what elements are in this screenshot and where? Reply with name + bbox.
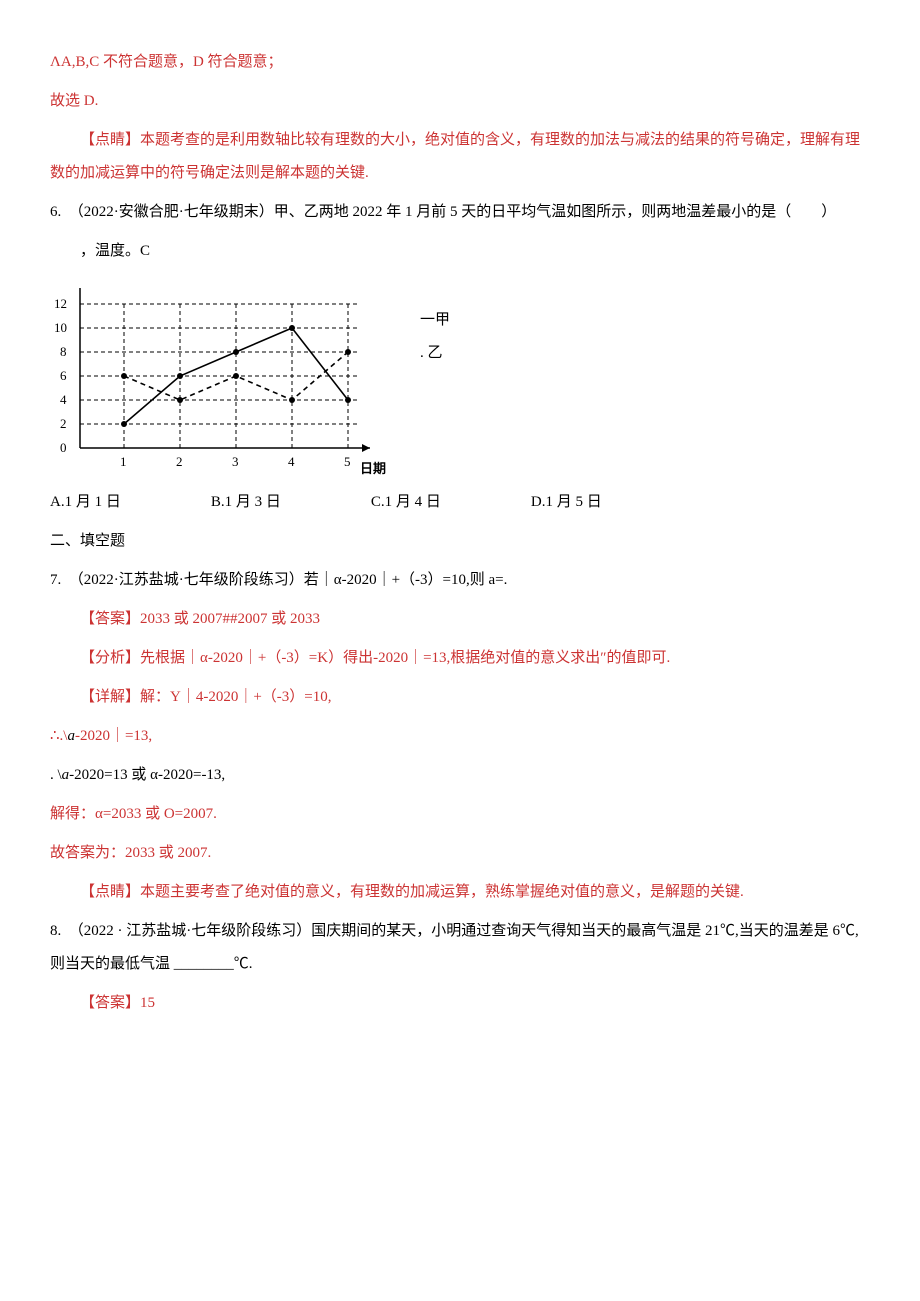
section-2-header: 二、填空题 xyxy=(50,525,870,558)
svg-text:1: 1 xyxy=(120,454,127,469)
step1-post: -2020｜=13, xyxy=(75,728,152,744)
question-8: 8. （2022 · 江苏盐城·七年级阶段练习）国庆期间的某天，小明通过查询天气… xyxy=(50,915,870,981)
svg-text:12: 12 xyxy=(54,296,67,311)
q7-step1: ∴.\a-2020｜=13, xyxy=(50,720,870,753)
q7-answer: 【答案】2033 或 2007##2007 或 2033 xyxy=(50,603,870,636)
svg-text:日期: 日期 xyxy=(360,461,386,476)
temperature-chart: 0 2 4 6 8 10 12 1 2 3 4 5 日期 xyxy=(50,278,390,478)
explanation-line-2: 故选 D. xyxy=(50,85,870,118)
question-7: 7. （2022·江苏盐城·七年级阶段练习）若｜α-2020｜+（-3）=10,… xyxy=(50,564,870,597)
legend-jia: 一甲 xyxy=(420,304,450,337)
option-b: B.1 月 3 日 xyxy=(211,486,281,519)
svg-text:4: 4 xyxy=(288,454,295,469)
svg-text:8: 8 xyxy=(60,344,67,359)
question-6-options: A.1 月 1 日 B.1 月 3 日 C.1 月 4 日 D.1 月 5 日 xyxy=(50,486,870,519)
q7-final: 故答案为：2033 或 2007. xyxy=(50,837,870,870)
question-6: 6. （2022·安徽合肥·七年级期末）甲、乙两地 2022 年 1 月前 5 … xyxy=(50,196,870,229)
svg-text:2: 2 xyxy=(176,454,183,469)
svg-text:5: 5 xyxy=(344,454,351,469)
svg-text:6: 6 xyxy=(60,368,67,383)
step2-post: -2020=13 或 α-2020=-13, xyxy=(69,767,225,783)
q8-answer: 【答案】15 xyxy=(50,987,870,1020)
q7-step2: . \a-2020=13 或 α-2020=-13, xyxy=(50,759,870,792)
step2-prefix: . \ xyxy=(50,767,62,783)
chart-caption: ，温度。C xyxy=(50,235,870,268)
step1-prefix: ∴.\ xyxy=(50,728,67,744)
explanation-line-1: ΛA,B,C 不符合题意，D 符合题意； xyxy=(50,46,870,79)
legend-yi: . 乙 xyxy=(420,337,450,370)
q7-detail: 【详解】解：Y｜4-2020｜+（-3）=10, xyxy=(50,681,870,714)
svg-text:4: 4 xyxy=(60,392,67,407)
svg-text:3: 3 xyxy=(232,454,239,469)
explanation-tips: 【点睛】本题考查的是利用数轴比较有理数的大小，绝对值的含义，有理数的加法与减法的… xyxy=(50,124,870,190)
svg-text:0: 0 xyxy=(60,440,67,455)
q7-tips: 【点睛】本题主要考查了绝对值的意义，有理数的加减运算，熟练掌握绝对值的意义，是解… xyxy=(50,876,870,909)
step1-var: a xyxy=(67,728,75,744)
option-d: D.1 月 5 日 xyxy=(531,486,602,519)
svg-text:2: 2 xyxy=(60,416,67,431)
option-a: A.1 月 1 日 xyxy=(50,486,121,519)
q7-step3: 解得：α=2033 或 O=2007. xyxy=(50,798,870,831)
svg-text:10: 10 xyxy=(54,320,67,335)
q7-analysis: 【分析】先根据｜α-2020｜+（-3）=K）得出-2020｜=13,根据绝对值… xyxy=(50,642,870,675)
option-c: C.1 月 4 日 xyxy=(371,486,441,519)
